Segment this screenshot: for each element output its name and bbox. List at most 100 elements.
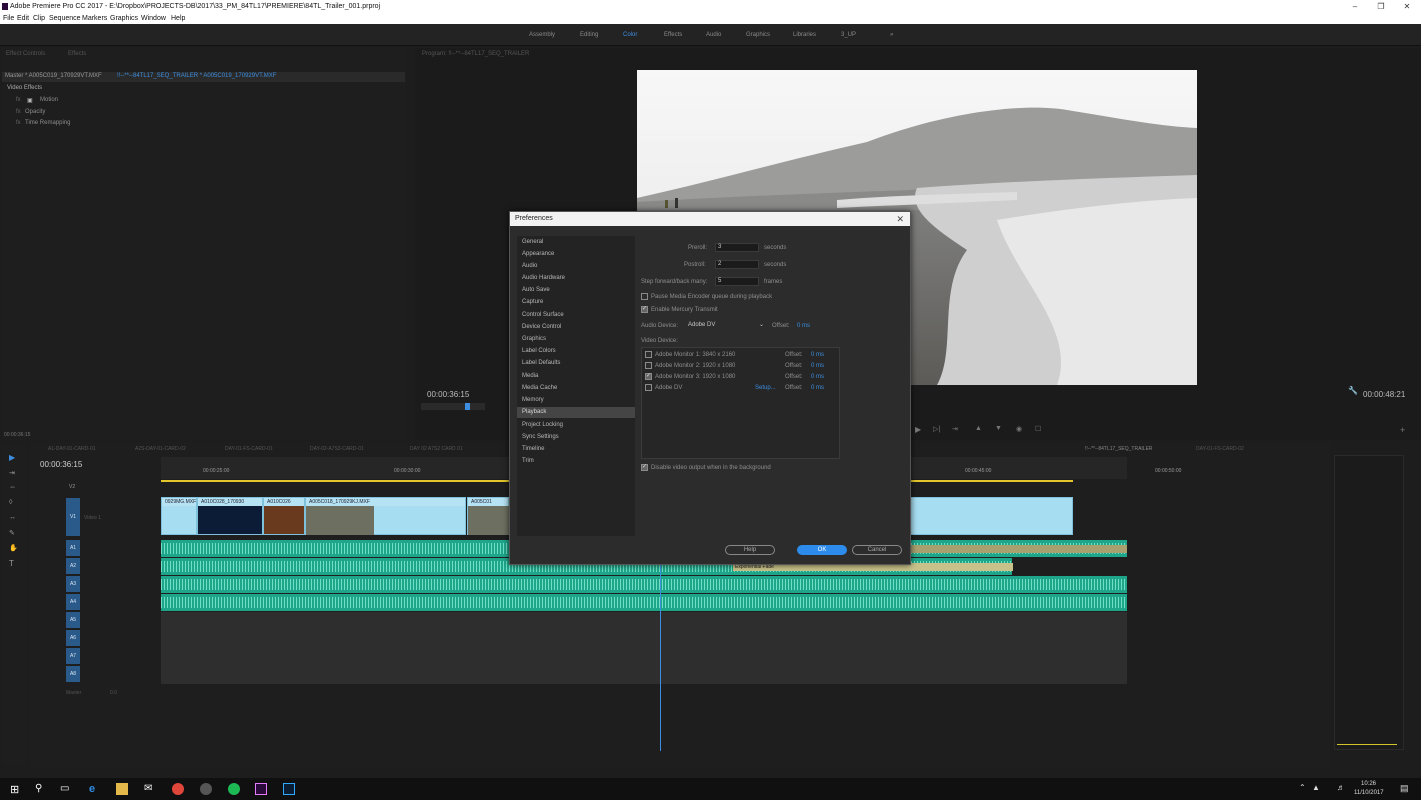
seq-tab[interactable]: A2S-DAY-01-CARD-02 [135, 446, 186, 452]
selection-tool-icon[interactable]: ▶ [9, 453, 15, 462]
workspace-effects[interactable]: Effects [664, 32, 682, 38]
track-v1-toggle[interactable]: V1 [66, 498, 80, 536]
category-playback[interactable]: Playback [517, 407, 635, 418]
video-clip[interactable]: A005C01 [467, 497, 510, 535]
audio-device-select[interactable]: Adobe DV ⌄ [685, 321, 767, 330]
playhead-marker[interactable] [465, 403, 470, 410]
workspace-audio[interactable]: Audio [706, 32, 721, 38]
video-clip[interactable]: A010C028_170930 [197, 497, 263, 535]
category-general[interactable]: General [517, 237, 635, 248]
razor-icon[interactable]: ◊ [9, 499, 12, 506]
step-forward-icon[interactable]: ▷| [933, 425, 940, 433]
category-capture[interactable]: Capture [517, 297, 635, 308]
video-device-checkbox-4[interactable] [645, 384, 652, 391]
search-icon[interactable]: ⚲ [35, 783, 47, 795]
sequence-clip-label[interactable]: !!--**--84TL17_SEQ_TRAILER * A005C019_17… [117, 73, 276, 79]
close-icon[interactable]: ✕ [896, 212, 904, 226]
track-a5-toggle[interactable]: A5 [66, 612, 80, 628]
track-a2-toggle[interactable]: A2 [66, 558, 80, 574]
ripple-edit-icon[interactable]: ⇔ [9, 484, 16, 491]
workspace-libraries[interactable]: Libraries [793, 32, 816, 38]
track-select-icon[interactable]: ⇥ [9, 469, 15, 477]
action-center-icon[interactable]: ▤ [1400, 783, 1412, 795]
master-clip-label[interactable]: Master * A005C019_170929VT.MXF [5, 73, 102, 79]
hand-icon[interactable]: ✋ [9, 544, 18, 552]
tab-effect-controls[interactable]: Effect Controls [6, 51, 45, 57]
seq-tab-active[interactable]: !!--**--84TL17_SEQ_TRAILER [1085, 446, 1153, 452]
slip-icon[interactable]: ↔ [9, 514, 16, 521]
workspace-editing[interactable]: Editing [580, 32, 598, 38]
setup-link[interactable]: Setup... [755, 385, 776, 391]
tab-program[interactable]: Program: !!--**--84TL17_SEQ_TRAILER [422, 51, 529, 57]
category-control-surface[interactable]: Control Surface [517, 310, 635, 321]
lift-icon[interactable]: ▲ [975, 425, 982, 432]
menu-window[interactable]: Window [141, 13, 166, 24]
premiere-taskbar-icon[interactable] [255, 783, 267, 795]
track-a6-toggle[interactable]: A6 [66, 630, 80, 646]
menu-help[interactable]: Help [171, 13, 185, 24]
category-sync-settings[interactable]: Sync Settings [517, 432, 635, 443]
pause-encoder-checkbox[interactable] [641, 293, 648, 300]
master-track-value[interactable]: 0.0 [110, 690, 117, 696]
spotify-icon[interactable] [228, 783, 240, 795]
workspace-graphics[interactable]: Graphics [746, 32, 770, 38]
video-clip[interactable] [910, 497, 1073, 535]
audio-clip-a3[interactable] [161, 576, 1127, 593]
category-auto-save[interactable]: Auto Save [517, 285, 635, 296]
seq-tab[interactable]: DAY-01-FS-CARD-02 [1196, 446, 1244, 452]
seq-tab[interactable]: DAY 02 A7S2 CARD 01 [410, 446, 463, 452]
category-device-control[interactable]: Device Control [517, 322, 635, 333]
play-icon[interactable]: ▶ [915, 425, 921, 434]
menu-file[interactable]: File [3, 13, 14, 24]
category-label-colors[interactable]: Label Colors [517, 346, 635, 357]
menu-clip[interactable]: Clip [33, 13, 45, 24]
file-explorer-icon[interactable] [116, 783, 128, 795]
effect-row-time-remapping[interactable]: fx Time Remapping [2, 119, 405, 129]
ok-button[interactable]: OK [797, 545, 847, 555]
edge-icon[interactable]: e [89, 783, 101, 795]
video-device-checkbox-2[interactable] [645, 362, 652, 369]
video-device-offset[interactable]: 0 ms [811, 374, 824, 380]
video-device-checkbox-3[interactable]: ✓ [645, 373, 652, 380]
track-a3-toggle[interactable]: A3 [66, 576, 80, 592]
menu-markers[interactable]: Markers [82, 13, 107, 24]
mail-icon[interactable]: ✉ [144, 783, 156, 795]
video-device-offset[interactable]: 0 ms [811, 363, 824, 369]
audio-clip-a4[interactable] [161, 594, 1127, 611]
minimize-icon[interactable]: – [1343, 0, 1367, 13]
track-a8-toggle[interactable]: A8 [66, 666, 80, 682]
video-clip[interactable]: 0929MG.MXF [161, 497, 197, 535]
pen-icon[interactable]: ✎ [9, 529, 15, 537]
playback-scrubber[interactable] [421, 403, 485, 410]
timeline-timecode[interactable]: 00:00:36:15 [40, 460, 82, 469]
more-workspaces-icon[interactable]: » [890, 32, 893, 38]
category-label-defaults[interactable]: Label Defaults [517, 358, 635, 369]
category-timeline[interactable]: Timeline [517, 444, 635, 455]
postroll-input[interactable]: 2 [715, 260, 759, 269]
app-icon[interactable] [200, 783, 212, 795]
restore-icon[interactable]: ❐ [1369, 0, 1393, 13]
track-a4-toggle[interactable]: A4 [66, 594, 80, 610]
video-device-offset[interactable]: 0 ms [811, 385, 824, 391]
track-a7-toggle[interactable]: A7 [66, 648, 80, 664]
extract-icon[interactable]: ▼ [995, 425, 1002, 432]
workspace-assembly[interactable]: Assembly [529, 32, 555, 38]
category-graphics[interactable]: Graphics [517, 334, 635, 345]
wrench-icon[interactable]: 🔧 [1348, 386, 1358, 395]
category-media-cache[interactable]: Media Cache [517, 383, 635, 394]
effect-row-motion[interactable]: fx ▣ Motion [2, 96, 405, 106]
category-project-locking[interactable]: Project Locking [517, 420, 635, 431]
video-clip[interactable]: A005C018_170929KJ.MXF [305, 497, 466, 535]
seq-tab[interactable]: DAY-02-A7S3-CARD-01 [310, 446, 364, 452]
audio-offset-value[interactable]: 0 ms [797, 323, 810, 329]
network-icon[interactable]: ▲ [1312, 783, 1324, 795]
mercury-transmit-checkbox[interactable]: ✓ [641, 306, 648, 313]
taskbar-time[interactable]: 10:26 [1361, 781, 1376, 787]
track-a1-toggle[interactable]: A1 [66, 540, 80, 556]
photoshop-taskbar-icon[interactable] [283, 783, 295, 795]
go-to-out-icon[interactable]: ⇥ [952, 425, 958, 433]
video-clip[interactable]: A010C026 [263, 497, 305, 535]
audio-clip-overlay[interactable] [910, 545, 1127, 553]
disable-video-bg-checkbox[interactable]: ✓ [641, 464, 648, 471]
effect-row-opacity[interactable]: fx Opacity [2, 108, 405, 118]
